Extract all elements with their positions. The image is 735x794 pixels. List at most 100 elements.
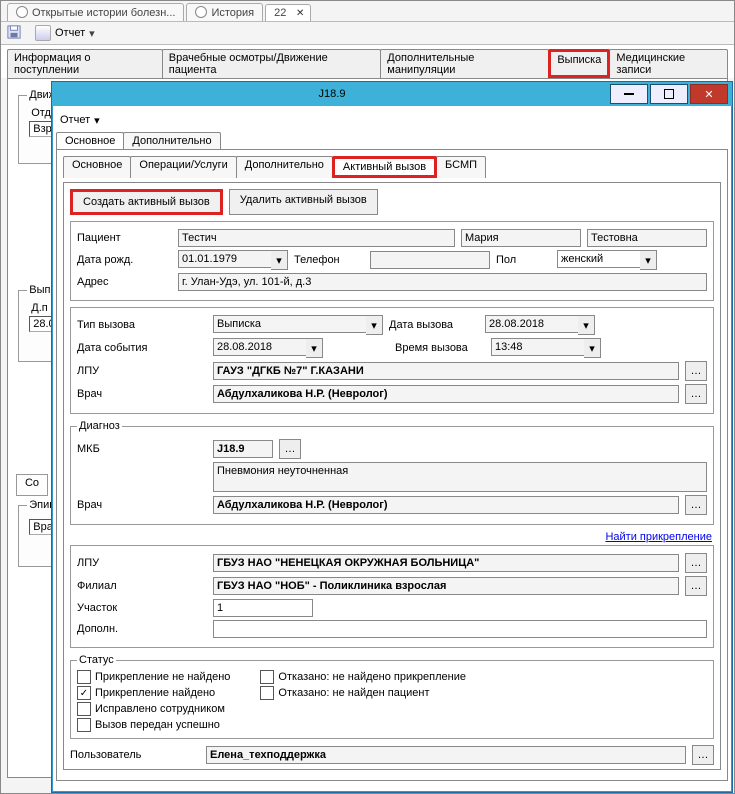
status-sent-check[interactable]: Вызов передан успешно: [77, 718, 230, 732]
close-button[interactable]: ✕: [690, 84, 728, 104]
dropdown-icon[interactable]: ▾: [578, 315, 595, 335]
tab-indicator-icon: [195, 6, 207, 18]
call-lpu-field[interactable]: ГАУЗ "ДГКБ №7" Г.КАЗАНИ: [213, 362, 679, 380]
dropdown-icon[interactable]: ▾: [584, 338, 601, 358]
close-icon[interactable]: ✕: [296, 8, 304, 19]
inner-tab-extra[interactable]: Дополнительно: [123, 132, 220, 149]
status-corrected-check[interactable]: Исправлено сотрудником: [77, 702, 230, 716]
top-tab-label: 22: [274, 7, 286, 19]
dropdown-icon[interactable]: ▾: [271, 250, 288, 270]
checkbox-icon: [77, 702, 91, 716]
report-label[interactable]: Отчет: [55, 27, 85, 39]
main-toolbar: Отчет ▾: [1, 22, 734, 45]
dropdown-icon[interactable]: ▾: [94, 114, 100, 127]
sub-tab-main[interactable]: Основное: [63, 156, 131, 178]
dropdown-icon[interactable]: ▾: [640, 250, 657, 270]
main-tab-additional[interactable]: Дополнительные манипуляции: [380, 49, 549, 78]
dob-field[interactable]: 01.01.1979: [178, 250, 271, 268]
attach-dop-field[interactable]: [213, 620, 707, 638]
mkb-field[interactable]: J18.9: [213, 440, 273, 458]
call-date-field[interactable]: 28.08.2018: [485, 315, 578, 333]
phone-label: Телефон: [294, 254, 364, 266]
ellipsis-button[interactable]: …: [685, 553, 707, 573]
diag-doctor-field[interactable]: Абдулхаликова Н.Р. (Невролог): [213, 496, 679, 514]
find-attachment-link[interactable]: Найти прикрепление: [605, 531, 712, 543]
user-field[interactable]: Елена_техподдержка: [206, 746, 686, 764]
ellipsis-button[interactable]: …: [685, 576, 707, 596]
maximize-button[interactable]: [650, 84, 688, 104]
call-doctor-field[interactable]: Абдулхаликова Н.Р. (Невролог): [213, 385, 679, 403]
bg-button[interactable]: Со: [16, 474, 48, 496]
minimize-button[interactable]: [610, 84, 648, 104]
sub-tab-label: Активный вызов: [343, 161, 426, 173]
dropdown-icon[interactable]: ▾: [89, 27, 95, 40]
dropdown-icon[interactable]: ▾: [306, 338, 323, 358]
attachment-fieldset: ЛПУ ГБУЗ НАО "НЕНЕЦКАЯ ОКРУЖНАЯ БОЛЬНИЦА…: [70, 545, 714, 648]
diag-description[interactable]: Пневмония неуточненная: [213, 462, 707, 492]
attach-filial-label: Филиал: [77, 580, 207, 592]
status-label: Прикрепление найдено: [95, 687, 215, 699]
call-type-field[interactable]: Выписка: [213, 315, 366, 333]
checkbox-icon: ✓: [77, 686, 91, 700]
sub-tab-operations[interactable]: Операции/Услуги: [130, 156, 236, 178]
event-date-field[interactable]: 28.08.2018: [213, 338, 306, 356]
status-label: Отказано: не найдено прикрепление: [278, 671, 466, 683]
status-refused-nopatient-check[interactable]: Отказано: не найден пациент: [260, 686, 466, 700]
user-label: Пользователь: [70, 749, 200, 761]
tab-indicator-icon: [16, 6, 28, 18]
top-tab-history[interactable]: История: [186, 3, 263, 21]
inner-tab-main[interactable]: Основное: [56, 132, 124, 149]
delete-call-button[interactable]: Удалить активный вызов: [229, 189, 378, 215]
ellipsis-button[interactable]: …: [685, 495, 707, 515]
attach-filial-field[interactable]: ГБУЗ НАО "НОБ" - Поликлиника взрослая: [213, 577, 679, 595]
inner-tab-bar: Основное Дополнительно: [56, 132, 728, 149]
save-icon[interactable]: [7, 25, 21, 42]
call-time-field[interactable]: 13:48: [491, 338, 584, 356]
diagnosis-legend: Диагноз: [77, 420, 122, 432]
modal-title-bar[interactable]: J18.9 ✕: [52, 82, 732, 106]
patient-name[interactable]: Мария: [461, 229, 581, 247]
call-lpu-label: ЛПУ: [77, 365, 207, 377]
call-doctor-label: Врач: [77, 388, 207, 400]
address-field[interactable]: г. Улан-Удэ, ул. 101-й, д.3: [178, 273, 707, 291]
attach-uch-field[interactable]: 1: [213, 599, 313, 617]
patient-surname[interactable]: Тестич: [178, 229, 455, 247]
ellipsis-button[interactable]: …: [685, 361, 707, 381]
main-tab-exams[interactable]: Врачебные осмотры/Движение пациента: [162, 49, 382, 78]
ellipsis-button[interactable]: …: [685, 384, 707, 404]
status-refused-noattach-check[interactable]: Отказано: не найдено прикрепление: [260, 670, 466, 684]
sex-field[interactable]: женский: [557, 250, 640, 268]
sub-tab-active-call[interactable]: Активный вызов: [332, 156, 437, 178]
patient-patronymic[interactable]: Тестовна: [587, 229, 707, 247]
top-tab-open-histories[interactable]: Открытые истории болезн...: [7, 3, 184, 21]
diagnosis-fieldset: Диагноз МКБ J18.9 … Пневмония неуточненн…: [70, 420, 714, 525]
sub-tab-label: Основное: [72, 159, 122, 171]
status-found-check[interactable]: ✓ Прикрепление найдено: [77, 686, 230, 700]
attach-lpu-field[interactable]: ГБУЗ НАО "НЕНЕЦКАЯ ОКРУЖНАЯ БОЛЬНИЦА": [213, 554, 679, 572]
sub-tab-bsmp[interactable]: БСМП: [436, 156, 486, 178]
sub-panel: Создать активный вызов Удалить активный …: [63, 182, 721, 770]
status-label: Отказано: не найден пациент: [278, 687, 429, 699]
report-icon[interactable]: [35, 25, 51, 41]
sub-tab-label: Операции/Услуги: [139, 159, 227, 171]
dropdown-icon[interactable]: ▾: [366, 315, 383, 335]
checkbox-icon: [260, 686, 274, 700]
modal-report-label[interactable]: Отчет: [60, 114, 90, 126]
sub-tab-label: БСМП: [445, 159, 477, 171]
top-tab-bar: Открытые истории болезн... История 22 ✕: [1, 1, 734, 22]
create-call-button[interactable]: Создать активный вызов: [70, 189, 223, 215]
sub-tab-additional[interactable]: Дополнительно: [236, 156, 333, 178]
status-fieldset: Статус Прикрепление не найдено ✓Прикрепл…: [70, 654, 714, 739]
ellipsis-button[interactable]: …: [692, 745, 714, 765]
top-tab-22[interactable]: 22 ✕: [265, 4, 311, 21]
top-tab-label: Открытые истории болезн...: [32, 7, 175, 19]
checkbox-icon: [260, 670, 274, 684]
main-tab-discharge[interactable]: Выписка: [548, 49, 610, 78]
modal-body: Отчет ▾ Основное Дополнительно Основное …: [52, 106, 732, 792]
button-label: Создать активный вызов: [83, 196, 210, 208]
main-tab-records[interactable]: Медицинские записи: [609, 49, 728, 78]
phone-field[interactable]: [370, 251, 490, 269]
status-not-found-check[interactable]: Прикрепление не найдено: [77, 670, 230, 684]
main-tab-admission[interactable]: Информация о поступлении: [7, 49, 163, 78]
ellipsis-button[interactable]: …: [279, 439, 301, 459]
